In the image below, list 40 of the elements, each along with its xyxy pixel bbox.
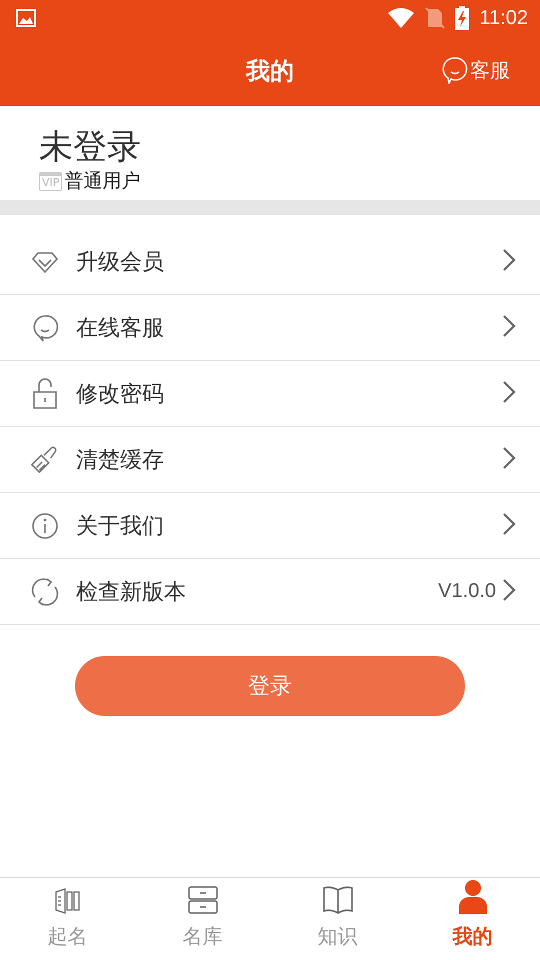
menu-label: 升级会员 (76, 248, 165, 276)
menu-item[interactable]: 清楚缓存 (0, 427, 540, 493)
unlocked-padlock-icon (32, 378, 58, 410)
person-icon (458, 880, 488, 914)
user-name: 未登录 (39, 126, 142, 168)
chevron-right-icon (502, 248, 516, 272)
menu-label: 检查新版本 (76, 578, 187, 606)
page-title: 我的 (246, 56, 294, 87)
menu-item[interactable]: 检查新版本 V1.0.0 (0, 559, 540, 625)
version-text: V1.0.0 (438, 580, 496, 603)
menu-item[interactable]: 修改密码 (0, 361, 540, 427)
cards-icon (54, 888, 82, 914)
menu-label: 关于我们 (76, 512, 165, 540)
menu-item[interactable]: 升级会员 (0, 229, 540, 295)
service-button[interactable]: 客服 (442, 56, 510, 84)
chat-bubble-icon (32, 314, 58, 342)
chevron-right-icon (502, 314, 516, 338)
image-icon (16, 9, 36, 27)
refresh-icon (30, 576, 60, 606)
status-time: 11:02 (479, 6, 528, 30)
tab-item[interactable]: 我的 (405, 878, 540, 960)
chevron-right-icon (502, 512, 516, 536)
vip-badge: VIP (39, 172, 62, 190)
battery-icon (455, 6, 470, 30)
wifi-icon (387, 7, 416, 29)
menu-label: 修改密码 (76, 380, 165, 408)
info-icon (31, 512, 59, 540)
user-level: 普通用户 (64, 169, 140, 194)
chevron-right-icon (502, 446, 516, 470)
chevron-right-icon (502, 380, 516, 404)
menu-label: 在线客服 (76, 314, 165, 342)
chevron-right-icon (502, 578, 516, 602)
menu-item[interactable]: 关于我们 (0, 493, 540, 559)
menu-label: 清楚缓存 (76, 446, 165, 474)
drawers-icon (188, 886, 218, 914)
book-icon (322, 886, 352, 914)
chat-bubble-icon (442, 56, 468, 84)
no-sim-icon (425, 7, 446, 29)
menu-item[interactable]: 在线客服 (0, 295, 540, 361)
diamond-icon (31, 250, 59, 274)
